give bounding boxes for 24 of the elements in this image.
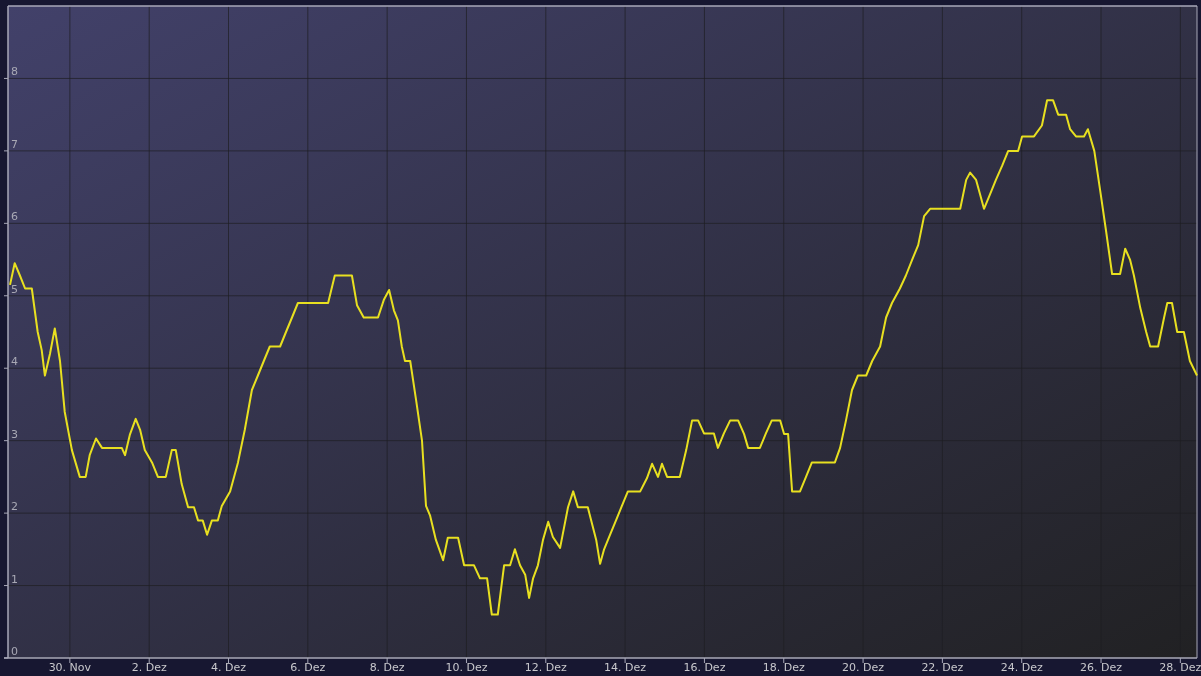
y-tick-label: 6 [11, 210, 18, 224]
x-tick-label: 24. Dez [1000, 661, 1043, 674]
y-tick-label: 1 [11, 572, 18, 586]
x-tick-label: 12. Dez [524, 661, 567, 674]
x-tick-label: 8. Dez [369, 661, 405, 674]
y-tick-label: 8 [11, 65, 18, 79]
x-tick-label: 6. Dez [290, 661, 326, 674]
x-tick-label: 14. Dez [604, 661, 647, 674]
y-tick-label: 2 [11, 500, 18, 514]
x-tick-label: 26. Dez [1080, 661, 1123, 674]
x-tick-label: 28. Dez [1159, 661, 1201, 674]
x-tick-label: 18. Dez [762, 661, 805, 674]
y-tick-label: 0 [11, 645, 18, 658]
y-tick-label: 7 [11, 137, 18, 151]
x-tick-label: 20. Dez [842, 661, 885, 674]
x-tick-label: 4. Dez [211, 661, 246, 674]
y-tick-label: 4 [11, 355, 18, 369]
x-tick-label: 22. Dez [921, 661, 964, 674]
y-tick-label: 3 [11, 427, 18, 441]
x-tick-label: 30. Nov [48, 661, 92, 674]
x-tick-label: 10. Dez [445, 661, 488, 674]
x-tick-label: 2. Dez [131, 661, 167, 674]
y-tick-label: 5 [11, 282, 18, 296]
x-tick-label: 16. Dez [683, 661, 726, 674]
